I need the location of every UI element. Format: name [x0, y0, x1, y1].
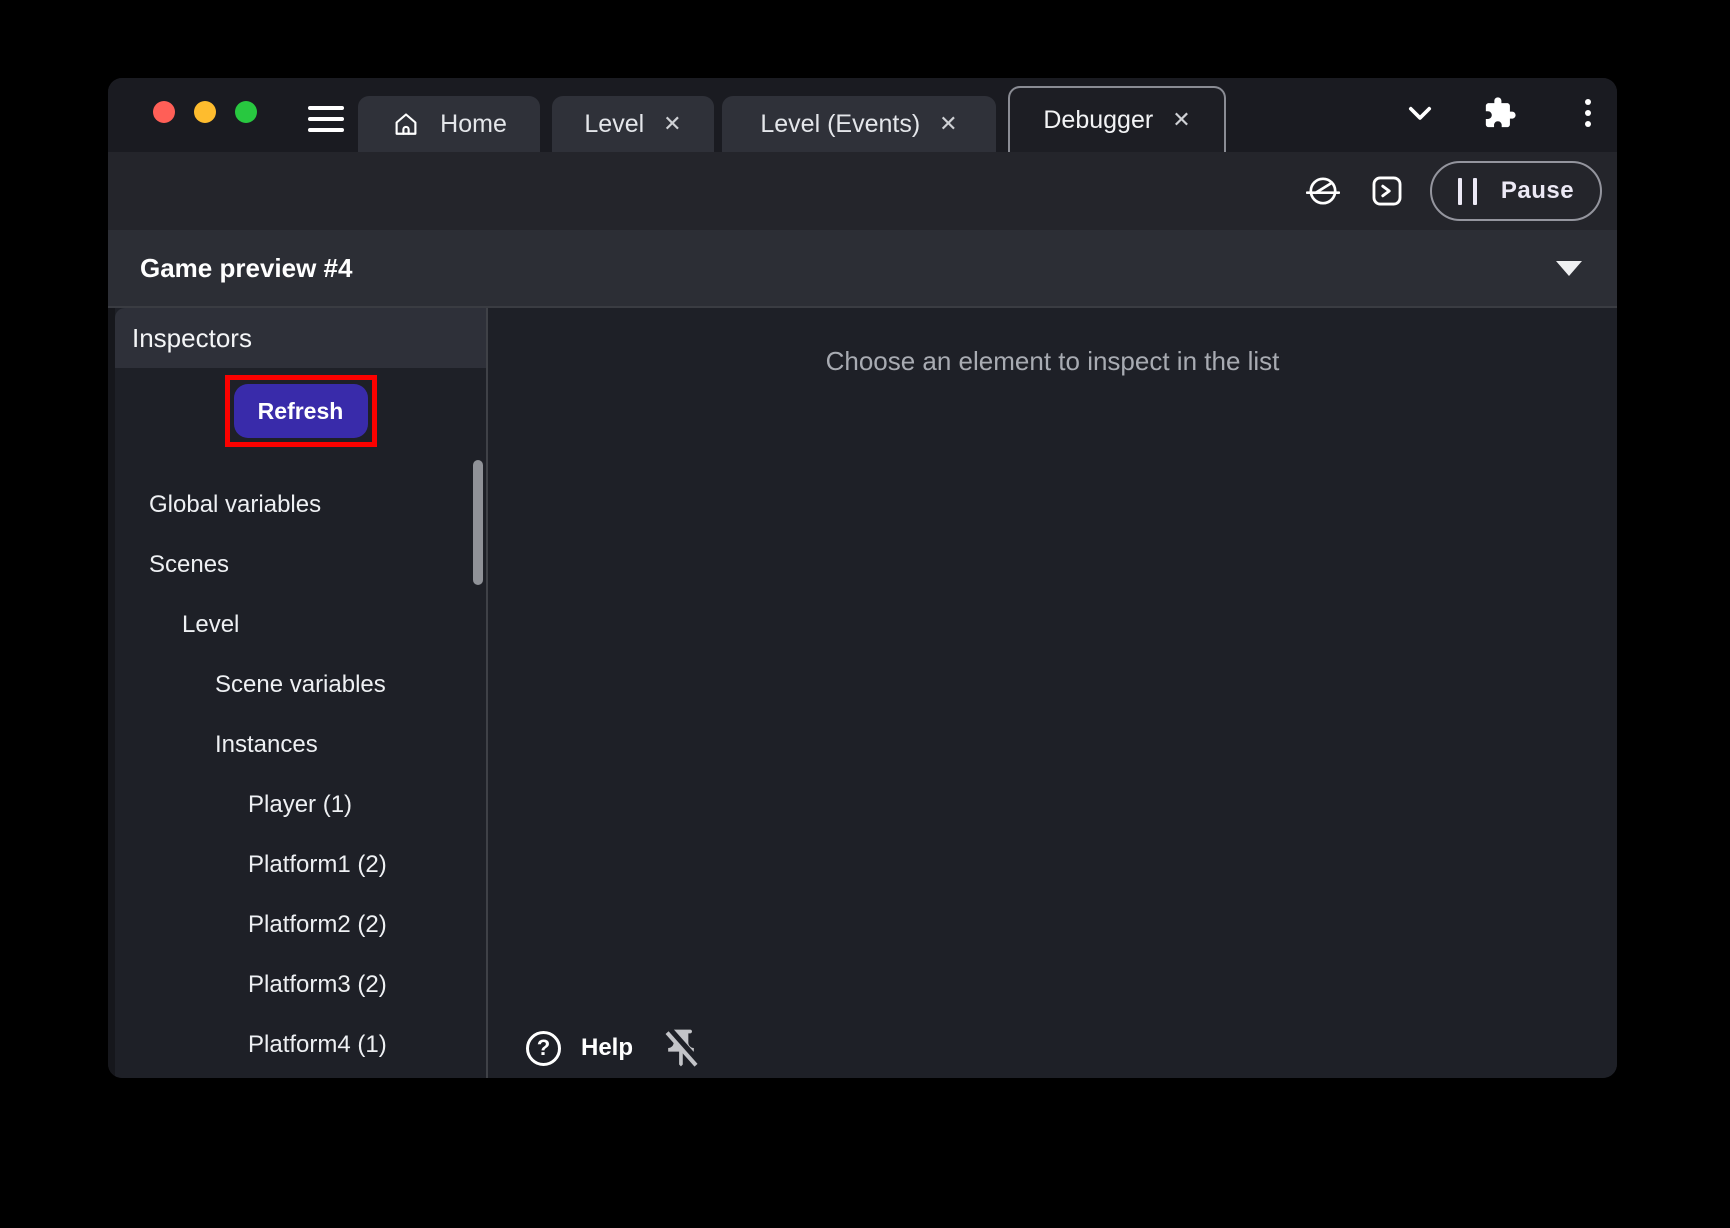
debugger-toolbar: Pause	[108, 152, 1617, 230]
refresh-button[interactable]: Refresh	[234, 384, 368, 438]
tab-label: Debugger	[1043, 106, 1153, 135]
pause-button[interactable]: Pause	[1430, 161, 1602, 221]
pin-off-icon	[659, 1026, 703, 1070]
tab-level[interactable]: Level ✕	[552, 96, 714, 152]
tab-home[interactable]: Home	[358, 96, 540, 152]
game-preview-selector[interactable]: Game preview #4	[108, 230, 1617, 308]
traffic-light-minimize-button[interactable]	[194, 101, 216, 123]
caret-down-icon	[1556, 261, 1582, 276]
kebab-icon	[1585, 99, 1591, 127]
chevron-down-icon	[1403, 96, 1437, 130]
inspector-panel: Choose an element to inspect in the list…	[488, 308, 1617, 1078]
pause-icon	[1458, 178, 1477, 205]
page-background: Home Level ✕ Level (Events) ✕ Debugger ✕	[0, 0, 1730, 1228]
tree-item-level[interactable]: Level	[115, 595, 474, 655]
help-icon: ?	[526, 1031, 561, 1066]
tab-label: Level	[584, 110, 644, 139]
tab-label: Level (Events)	[760, 110, 920, 139]
tree-item-platform3[interactable]: Platform3 (2)	[115, 955, 474, 1015]
traffic-light-close-button[interactable]	[153, 101, 175, 123]
tree-item-global-variables[interactable]: Global variables	[115, 475, 474, 535]
extensions-button[interactable]	[1481, 94, 1519, 132]
home-icon	[391, 109, 421, 139]
help-button[interactable]: ? Help	[526, 1031, 633, 1066]
app-window: Home Level ✕ Level (Events) ✕ Debugger ✕	[108, 78, 1617, 1078]
sidebar-scrollbar-thumb[interactable]	[473, 460, 483, 585]
tab-close-icon[interactable]: ✕	[939, 113, 957, 135]
left-gutter	[108, 308, 115, 1078]
speedometer-icon	[1306, 174, 1340, 208]
tab-debugger[interactable]: Debugger ✕	[1008, 86, 1226, 152]
inspectors-sidebar: Inspectors Refresh Global variables Scen…	[115, 308, 486, 1078]
tree-item-instances[interactable]: Instances	[115, 715, 474, 775]
collapse-chevron-button[interactable]	[1401, 94, 1439, 132]
tree-item-platform2[interactable]: Platform2 (2)	[115, 895, 474, 955]
tree-item-platform1[interactable]: Platform1 (2)	[115, 835, 474, 895]
tree-item-scenes[interactable]: Scenes	[115, 535, 474, 595]
hamburger-icon	[308, 106, 344, 110]
traffic-light-zoom-button[interactable]	[235, 101, 257, 123]
tree-item-player[interactable]: Player (1)	[115, 775, 474, 835]
tree-item-platform4[interactable]: Platform4 (1)	[115, 1015, 474, 1075]
refresh-annotation-highlight: Refresh	[225, 375, 377, 447]
sidebar-header: Inspectors	[115, 308, 486, 368]
help-label: Help	[581, 1034, 633, 1062]
main-menu-button[interactable]	[304, 104, 348, 134]
tree-item-scene-variables[interactable]: Scene variables	[115, 655, 474, 715]
traffic-lights	[153, 101, 257, 123]
console-button[interactable]	[1366, 170, 1408, 212]
tab-level-events[interactable]: Level (Events) ✕	[722, 96, 996, 152]
profiler-button[interactable]	[1302, 170, 1344, 212]
tab-close-icon[interactable]: ✕	[1172, 109, 1190, 131]
game-preview-label: Game preview #4	[140, 253, 352, 284]
puzzle-icon	[1483, 96, 1517, 130]
sidebar-body: Refresh Global variables Scenes Level Sc…	[115, 368, 486, 1078]
tab-label: Home	[440, 110, 507, 139]
content-area: Inspectors Refresh Global variables Scen…	[108, 308, 1617, 1078]
pause-label: Pause	[1501, 177, 1574, 205]
unpin-button[interactable]	[659, 1026, 703, 1070]
overflow-menu-button[interactable]	[1569, 94, 1607, 132]
console-icon	[1370, 174, 1404, 208]
tab-close-icon[interactable]: ✕	[663, 113, 681, 135]
tab-strip: Home Level ✕ Level (Events) ✕ Debugger ✕	[358, 86, 1226, 152]
empty-state-message: Choose an element to inspect in the list	[488, 346, 1617, 377]
tab-bar: Home Level ✕ Level (Events) ✕ Debugger ✕	[108, 78, 1617, 152]
